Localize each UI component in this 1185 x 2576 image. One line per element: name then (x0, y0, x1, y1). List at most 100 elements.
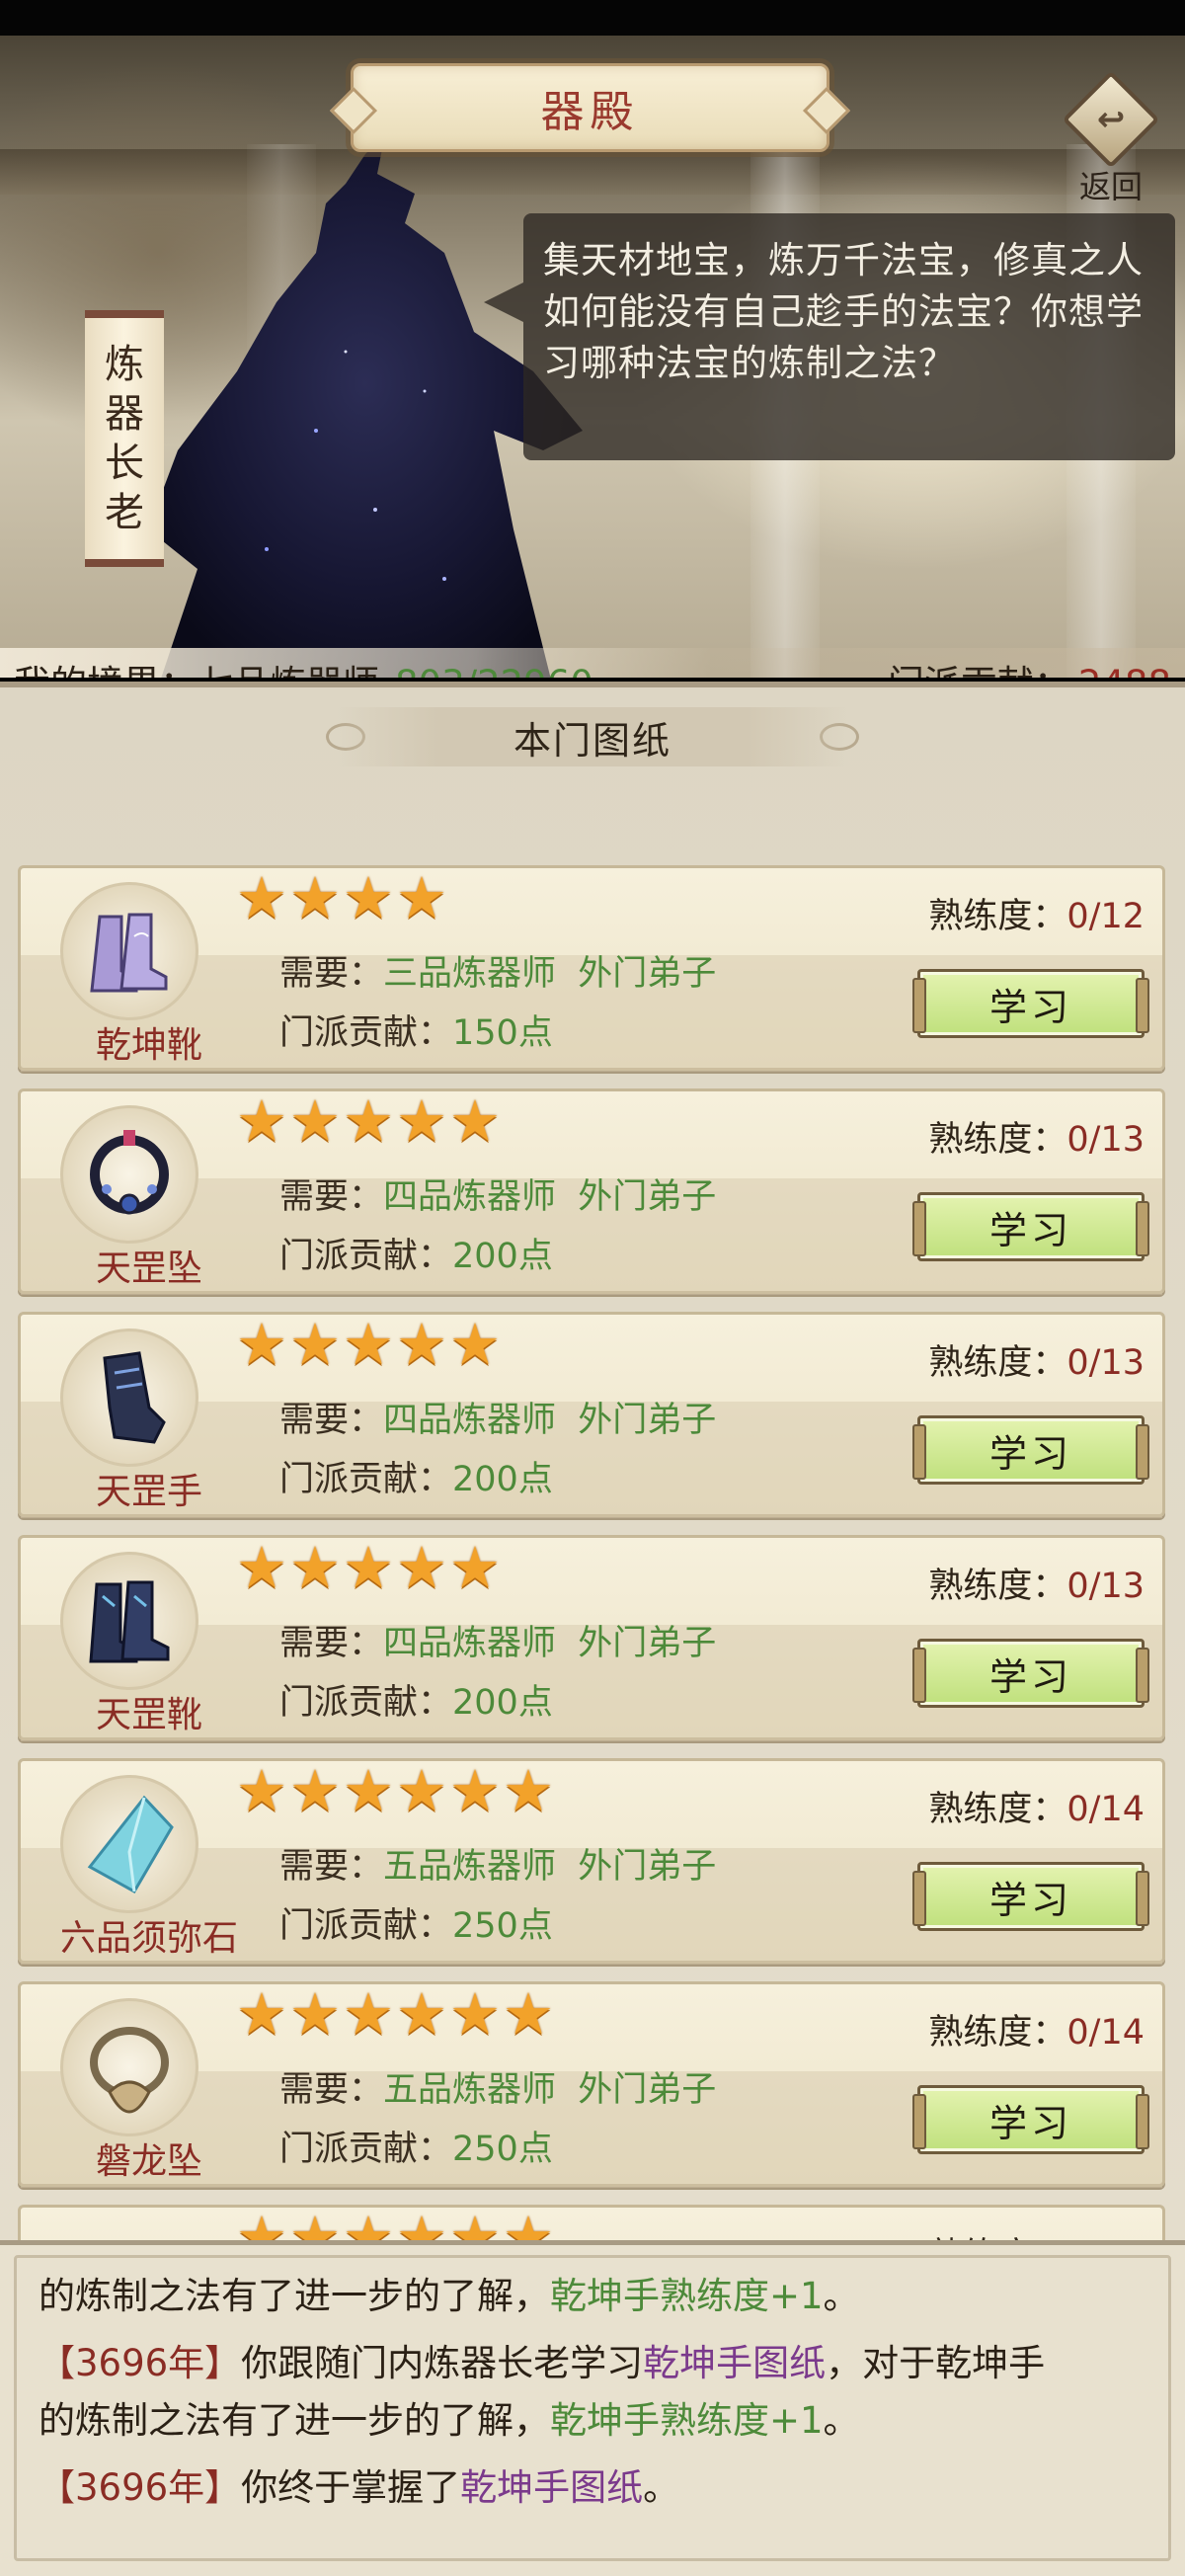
back-button[interactable]: ↩ 返回 (1052, 70, 1170, 207)
requirement-value: 五品炼器师 外门弟子 (383, 1847, 717, 1887)
star-icon: ★ (343, 864, 394, 931)
pendant-icon[interactable] (60, 1105, 198, 1244)
blueprint-card: ★ ★ ★ ★ ★ 熟练度：0/13 天罡靴 需要：四品炼器师 外门弟子 门派贡献：200点 学习 (18, 1535, 1165, 1741)
log-text: ，对于乾坤手 (826, 2342, 1046, 2384)
contribution-cost: 门派贡献：250点 (279, 1897, 553, 1948)
star-icon: ★ (289, 1087, 341, 1155)
cost-value: 200点 (452, 1460, 553, 1499)
log-item: 乾坤手图纸 (643, 2342, 827, 2384)
npc-title-banner: 炼 器 长 老 (85, 310, 164, 567)
item-name: 天罡靴 (95, 1695, 202, 1735)
log-text: 的炼制之法有了进一步的了解， (39, 2399, 550, 2442)
proficiency-value: 0/14 (1066, 1790, 1145, 1829)
requirement-value: 四品炼器师 外门弟子 (383, 1177, 717, 1217)
contribution-cost: 门派贡献：200点 (279, 1674, 553, 1725)
item-name: 六品须弥石 (59, 1918, 238, 1959)
star-icon: ★ (289, 1311, 341, 1378)
proficiency: 熟练度：0/13 (928, 1334, 1145, 1385)
log-text: 你终于掌握了 (241, 2466, 461, 2509)
proficiency-value: 0/13 (1066, 1343, 1145, 1383)
requirement: 需要：五品炼器师 外门弟子 (279, 1838, 716, 1889)
star-icon: ★ (236, 1757, 287, 1824)
blueprint-card: ★ ★ ★ ★ ★ 熟练度：0/13 天罡坠 需要：四品炼器师 外门弟子 门派贡献：200点 学习 (18, 1087, 1165, 1295)
cost-label: 门派贡献： (279, 1013, 453, 1053)
star-icon: ★ (343, 1087, 394, 1155)
proficiency: 熟练度：0/12 (928, 888, 1145, 938)
learn-button[interactable]: 学习 (912, 1862, 1149, 1931)
learn-button[interactable]: 学习 (912, 1415, 1149, 1485)
star-icon: ★ (396, 1534, 447, 1601)
npc-dialogue-bubble: 集天材地宝，炼万千法宝，修真之人 如何能没有自己趁手的法宝？你想学 习哪种法宝的… (484, 213, 1175, 460)
log-item: 乾坤手图纸 (460, 2466, 644, 2509)
npc-title-char: 老 (105, 490, 144, 535)
star-icon: ★ (236, 1980, 287, 2048)
learn-button-label: 学习 (988, 1208, 1072, 1252)
proficiency-label: 熟练度： (928, 2013, 1067, 2053)
npc-title-char: 器 (105, 391, 144, 437)
star-icon: ★ (396, 864, 447, 931)
proficiency-label: 熟练度： (928, 897, 1067, 936)
gauntlet-icon[interactable] (60, 1328, 198, 1467)
cost-value: 200点 (452, 1683, 553, 1723)
boots-icon[interactable] (60, 882, 198, 1020)
star-icon: ★ (289, 1534, 341, 1601)
proficiency: 熟练度：0/13 (928, 1111, 1145, 1162)
blueprint-list[interactable]: ★ ★ ★ ★ 熟练度：0/12 乾坤靴 需要：三品炼器师 外门弟子 门派贡献：150点 学习 ★… (0, 861, 1185, 2246)
contribution-cost: 门派贡献：150点 (279, 1005, 553, 1055)
star-icon: ★ (449, 1087, 501, 1155)
rarity-stars: ★ ★ ★ ★ ★ ★ (236, 1984, 554, 2044)
cost-label: 门派贡献： (279, 1237, 453, 1276)
dark-boots-icon[interactable] (60, 1552, 198, 1690)
cost-value: 200点 (452, 1237, 553, 1276)
requirement: 需要：四品炼器师 外门弟子 (279, 1615, 716, 1665)
realm-label: 我的境界：七品炼器师 (14, 663, 379, 678)
elder-silhouette (148, 134, 583, 678)
learn-button[interactable]: 学习 (912, 1192, 1149, 1261)
requirement: 需要：四品炼器师 外门弟子 (279, 1168, 716, 1219)
learn-button-label: 学习 (988, 985, 1072, 1029)
event-log: 的炼制之法有了进一步的了解，乾坤手熟练度+1。 【3696年】你跟随门内炼器长老… (0, 2240, 1185, 2576)
realm-status: 我的境界：七品炼器师 803/22960 (14, 654, 593, 678)
event-log-frame[interactable]: 的炼制之法有了进一步的了解，乾坤手熟练度+1。 【3696年】你跟随门内炼器长老… (14, 2255, 1171, 2561)
realm-progress: 803/22960 (395, 663, 593, 678)
dialogue-line: 如何能没有自己趁手的法宝？你想学 (543, 290, 1144, 333)
dragon-pendant-icon[interactable] (60, 1998, 198, 2136)
player-status-bar: 我的境界：七品炼器师 803/22960 门派贡献： 2488 (0, 648, 1185, 678)
blueprint-card: ★ ★ ★ ★ 熟练度：0/12 乾坤靴 需要：三品炼器师 外门弟子 门派贡献：150点 学习 (18, 864, 1165, 1072)
learn-button[interactable]: 学习 (912, 2085, 1149, 2154)
learn-button-label: 学习 (988, 2101, 1072, 2145)
item-name: 天罡手 (95, 1472, 202, 1512)
back-arrow-icon: ↩ (1062, 70, 1160, 169)
learn-button-label: 学习 (988, 1431, 1072, 1476)
crystal-icon[interactable] (60, 1775, 198, 1913)
star-icon: ★ (289, 1980, 341, 2048)
contribution-value: 2488 (1078, 663, 1171, 678)
blueprint-card: ★ ★ ★ ★ ★ ★ 熟练度：0/14 磐龙坠 需要：五品炼器师 外门弟子 门派贡献：250点学… (18, 1981, 1165, 2188)
learn-button[interactable]: 学习 (912, 1639, 1149, 1708)
star-icon: ★ (449, 1534, 501, 1601)
status-strip (0, 0, 1185, 36)
dialogue-line: 集天材地宝，炼万千法宝，修真之人 (543, 239, 1144, 282)
rarity-stars: ★ ★ ★ ★ ★ (236, 1538, 501, 1597)
star-icon: ★ (396, 1087, 447, 1155)
contribution-cost: 门派贡献：200点 (279, 1228, 553, 1278)
log-year: 【3696年】 (39, 2342, 242, 2384)
requirement: 需要：五品炼器师 外门弟子 (279, 2061, 716, 2112)
requirement-value: 五品炼器师 外门弟子 (383, 2070, 717, 2110)
proficiency-label: 熟练度： (928, 1790, 1067, 1829)
star-icon: ★ (289, 864, 341, 931)
star-icon: ★ (343, 1311, 394, 1378)
proficiency: 熟练度：0/13 (928, 1558, 1145, 1608)
proficiency-label: 熟练度： (928, 1567, 1067, 1606)
item-name: 磐龙坠 (95, 2141, 202, 2182)
learn-button[interactable]: 学习 (912, 969, 1149, 1038)
star-icon: ★ (236, 1087, 287, 1155)
log-gain: 乾坤手熟练度+1 (550, 2275, 824, 2317)
proficiency-value: 0/14 (1066, 2013, 1145, 2053)
page-title-plaque: 器殿 (351, 63, 830, 152)
star-icon: ★ (343, 1534, 394, 1601)
proficiency-label: 熟练度： (928, 1343, 1067, 1383)
star-icon: ★ (503, 1757, 554, 1824)
log-text: 的炼制之法有了进一步的了解， (39, 2275, 550, 2317)
requirement: 需要：四品炼器师 外门弟子 (279, 1392, 716, 1442)
